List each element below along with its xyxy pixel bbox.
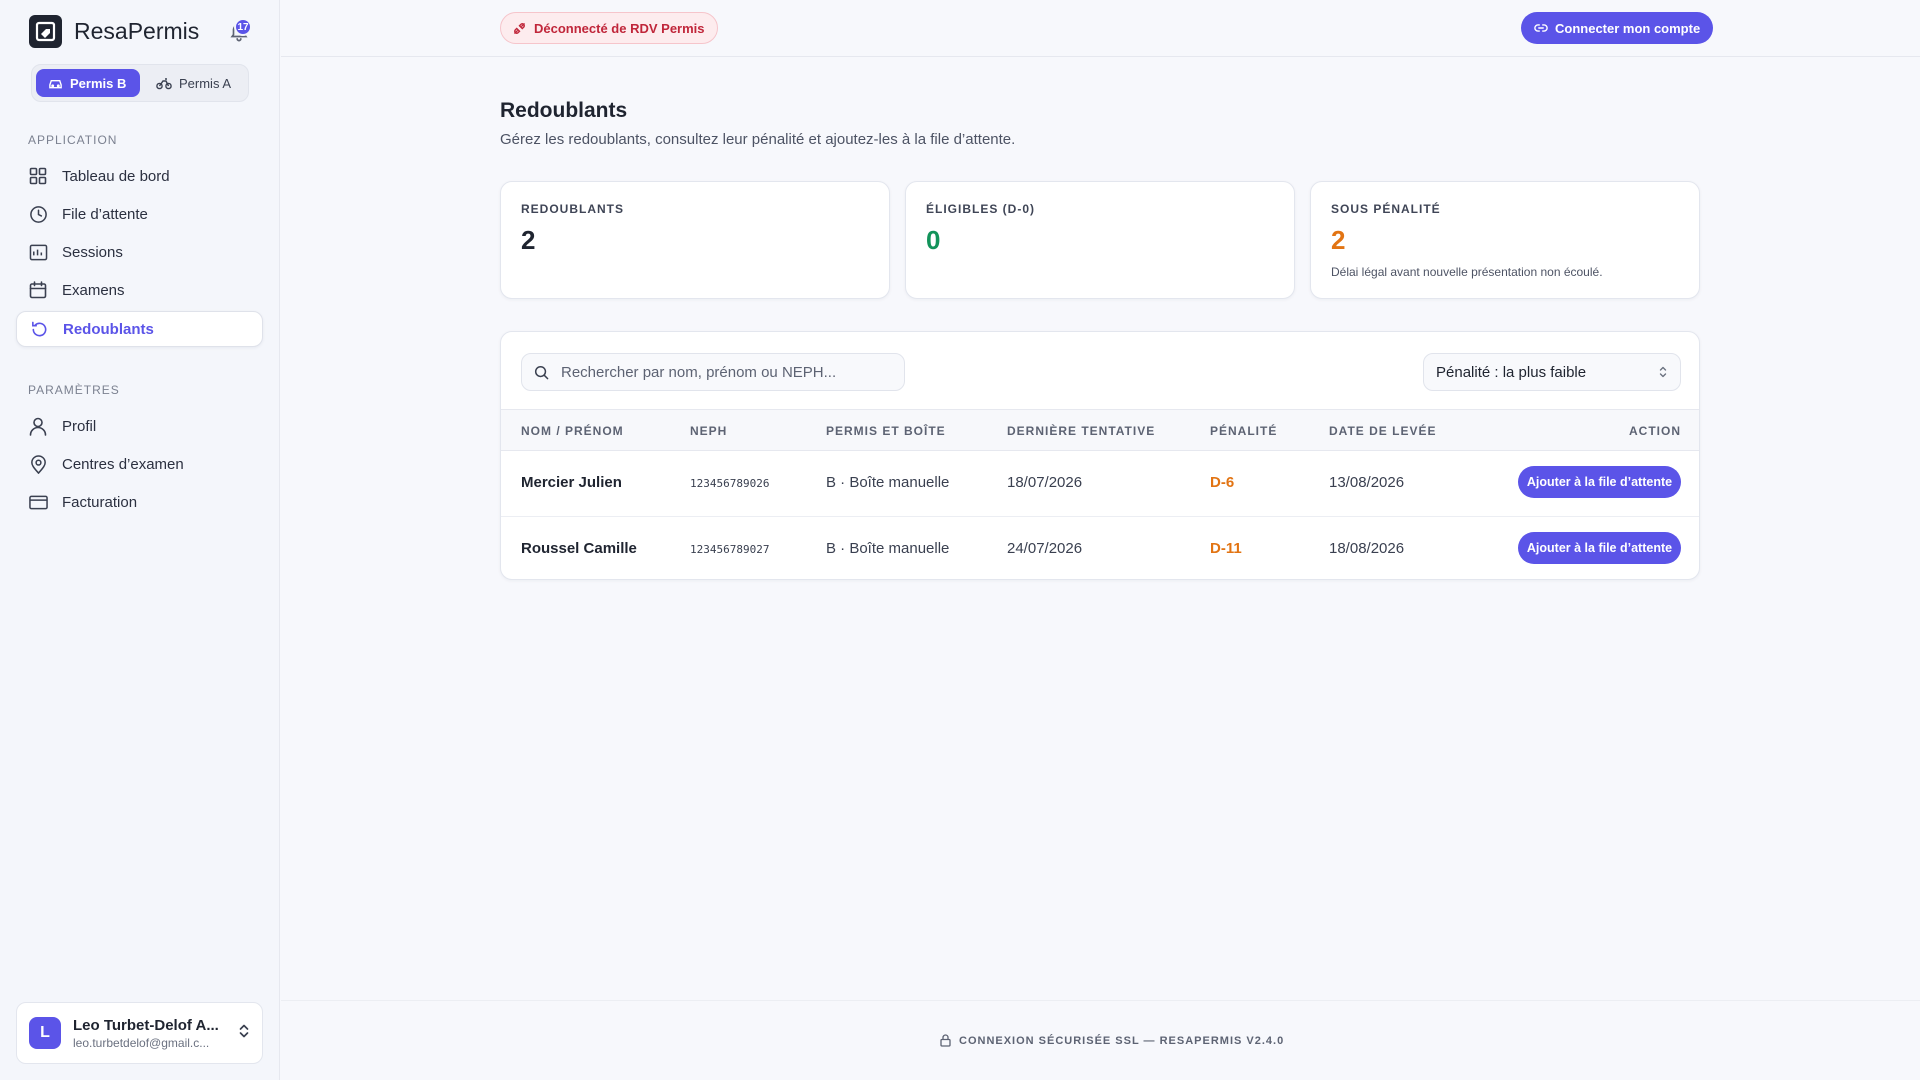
table-row: Roussel Camille 123456789027 B · Boîte m…	[501, 516, 1699, 579]
logo-icon	[29, 14, 62, 48]
nav-item-tableau-de-bord[interactable]: Tableau de bord	[16, 158, 263, 194]
table-row: Mercier Julien 123456789026 B · Boîte ma…	[501, 451, 1699, 516]
row-penalty: D-11	[1210, 540, 1242, 557]
search-box	[521, 353, 905, 391]
credit-card-icon	[28, 492, 48, 512]
sessions-icon	[28, 242, 48, 262]
car-icon	[49, 79, 62, 88]
nav-label: Tableau de bord	[62, 167, 170, 185]
column-header-action: ACTION	[1629, 424, 1681, 438]
unplug-icon	[514, 22, 525, 34]
nav-item-file-attente[interactable]: File d’attente	[16, 196, 263, 232]
footer-divider	[281, 1000, 1920, 1001]
nav-label: Profil	[62, 417, 97, 435]
user-name: Leo Turbet-Delof A...	[73, 1016, 219, 1034]
brand[interactable]: ResaPermis	[29, 14, 199, 48]
nav-item-profil[interactable]: Profil	[16, 408, 263, 444]
stat-card-redoublants: REDOUBLANTS 2	[500, 181, 890, 299]
stat-value: 0	[926, 225, 941, 255]
search-icon	[534, 365, 549, 379]
row-name: Roussel Camille	[521, 540, 637, 557]
grid-icon	[28, 166, 48, 186]
stat-value: 2	[521, 225, 536, 255]
sidebar: ResaPermis 17 Permis B Permis A APPLICAT…	[0, 0, 280, 1080]
brand-name: ResaPermis	[74, 17, 200, 44]
stat-card-eligibles: ÉLIGIBLES (D-0) 0	[905, 181, 1295, 299]
row-lift-date: 13/08/2026	[1329, 474, 1405, 491]
link-icon	[1534, 24, 1548, 32]
avatar: L	[29, 1017, 61, 1049]
row-neph: 123456789026	[690, 477, 770, 490]
footer: CONNEXION SÉCURISÉE SSL — RESAPERMIS V2.…	[940, 1034, 1284, 1047]
stat-card-sous-penalite: SOUS PÉNALITÉ 2 Délai légal avant nouvel…	[1310, 181, 1700, 299]
nav-item-facturation[interactable]: Facturation	[16, 484, 263, 520]
permis-b-button[interactable]: Permis B	[36, 69, 140, 97]
row-name: Mercier Julien	[521, 474, 622, 491]
stat-label: REDOUBLANTS	[521, 202, 624, 216]
sort-select-value: Pénalité : la plus faible	[1436, 363, 1587, 381]
permis-b-label: Permis B	[70, 75, 127, 91]
redoublants-table-card: Pénalité : la plus faible NOM / PRÉNOM N…	[500, 331, 1700, 580]
calendar-icon	[28, 280, 48, 300]
connection-status-badge: Déconnecté de RDV Permis	[500, 12, 718, 44]
row-last-attempt: 24/07/2026	[1007, 540, 1083, 557]
connect-account-label: Connecter mon compte	[1555, 20, 1701, 36]
row-permis: B · Boîte manuelle	[826, 540, 950, 557]
nav-item-examens[interactable]: Examens	[16, 272, 263, 308]
connect-account-button[interactable]: Connecter mon compte	[1521, 12, 1714, 44]
row-permis: B · Boîte manuelle	[826, 474, 950, 491]
nav-item-centres-examen[interactable]: Centres d’examen	[16, 446, 263, 482]
nav-label: Centres d’examen	[62, 455, 184, 473]
stat-value: 2	[1331, 225, 1346, 255]
chevron-up-down-icon	[1659, 366, 1667, 378]
nav-item-redoublants[interactable]: Redoublants	[16, 311, 263, 347]
sort-select[interactable]: Pénalité : la plus faible	[1423, 353, 1681, 391]
row-neph: 123456789027	[690, 543, 770, 556]
table-header: NOM / PRÉNOM NEPH PERMIS ET BOÎTE DERNIÈ…	[501, 409, 1699, 451]
settings-section-title: PARAMÈTRES	[28, 383, 120, 397]
nav-label: Examens	[62, 281, 125, 299]
page-title: Redoublants	[500, 99, 628, 122]
row-penalty: D-6	[1210, 474, 1235, 491]
permis-toggle: Permis B Permis A	[31, 64, 249, 102]
motorbike-icon	[156, 77, 172, 89]
stat-label: ÉLIGIBLES (D-0)	[926, 202, 1036, 216]
column-header-date-levee[interactable]: DATE DE LEVÉE	[1329, 424, 1436, 438]
nav-label: Sessions	[62, 243, 123, 261]
add-to-queue-button[interactable]: Ajouter à la file d’attente	[1518, 532, 1681, 564]
nav-label: Redoublants	[63, 320, 154, 338]
clock-icon	[28, 204, 48, 224]
permis-a-label: Permis A	[179, 75, 232, 91]
rotate-icon	[29, 319, 49, 339]
column-header-penalite[interactable]: PÉNALITÉ	[1210, 424, 1277, 438]
search-input[interactable]	[561, 363, 881, 381]
stat-label: SOUS PÉNALITÉ	[1331, 202, 1441, 216]
footer-text: CONNEXION SÉCURISÉE SSL — RESAPERMIS V2.…	[959, 1034, 1285, 1047]
row-lift-date: 18/08/2026	[1329, 540, 1405, 557]
user-info: Leo Turbet-Delof A... leo.turbetdelof@gm…	[73, 1017, 228, 1050]
map-pin-icon	[28, 454, 48, 474]
page-subtitle: Gérez les redoublants, consultez leur pé…	[500, 131, 1016, 148]
nav-label: Facturation	[62, 493, 138, 511]
column-header-neph[interactable]: NEPH	[690, 424, 727, 438]
application-section-title: APPLICATION	[28, 133, 118, 147]
stat-note: Délai légal avant nouvelle présentation …	[1331, 265, 1603, 279]
lock-icon	[940, 1034, 951, 1047]
nav-label: File d’attente	[62, 205, 148, 223]
row-last-attempt: 18/07/2026	[1007, 474, 1083, 491]
add-to-queue-button[interactable]: Ajouter à la file d’attente	[1518, 466, 1681, 498]
chevron-up-down-icon	[238, 1023, 250, 1044]
user-menu[interactable]: L Leo Turbet-Delof A... leo.turbetdelof@…	[16, 1002, 263, 1064]
column-header-permis[interactable]: PERMIS ET BOÎTE	[826, 424, 946, 438]
connection-status-label: Déconnecté de RDV Permis	[534, 20, 705, 36]
user-email: leo.turbetdelof@gmail.c...	[73, 1035, 210, 1050]
notification-badge: 17	[234, 18, 252, 36]
user-icon	[28, 416, 48, 436]
permis-a-button[interactable]: Permis A	[144, 69, 243, 97]
nav-item-sessions[interactable]: Sessions	[16, 234, 263, 270]
column-header-derniere-tentative[interactable]: DERNIÈRE TENTATIVE	[1007, 424, 1155, 438]
column-header-nom[interactable]: NOM / PRÉNOM	[521, 424, 624, 438]
